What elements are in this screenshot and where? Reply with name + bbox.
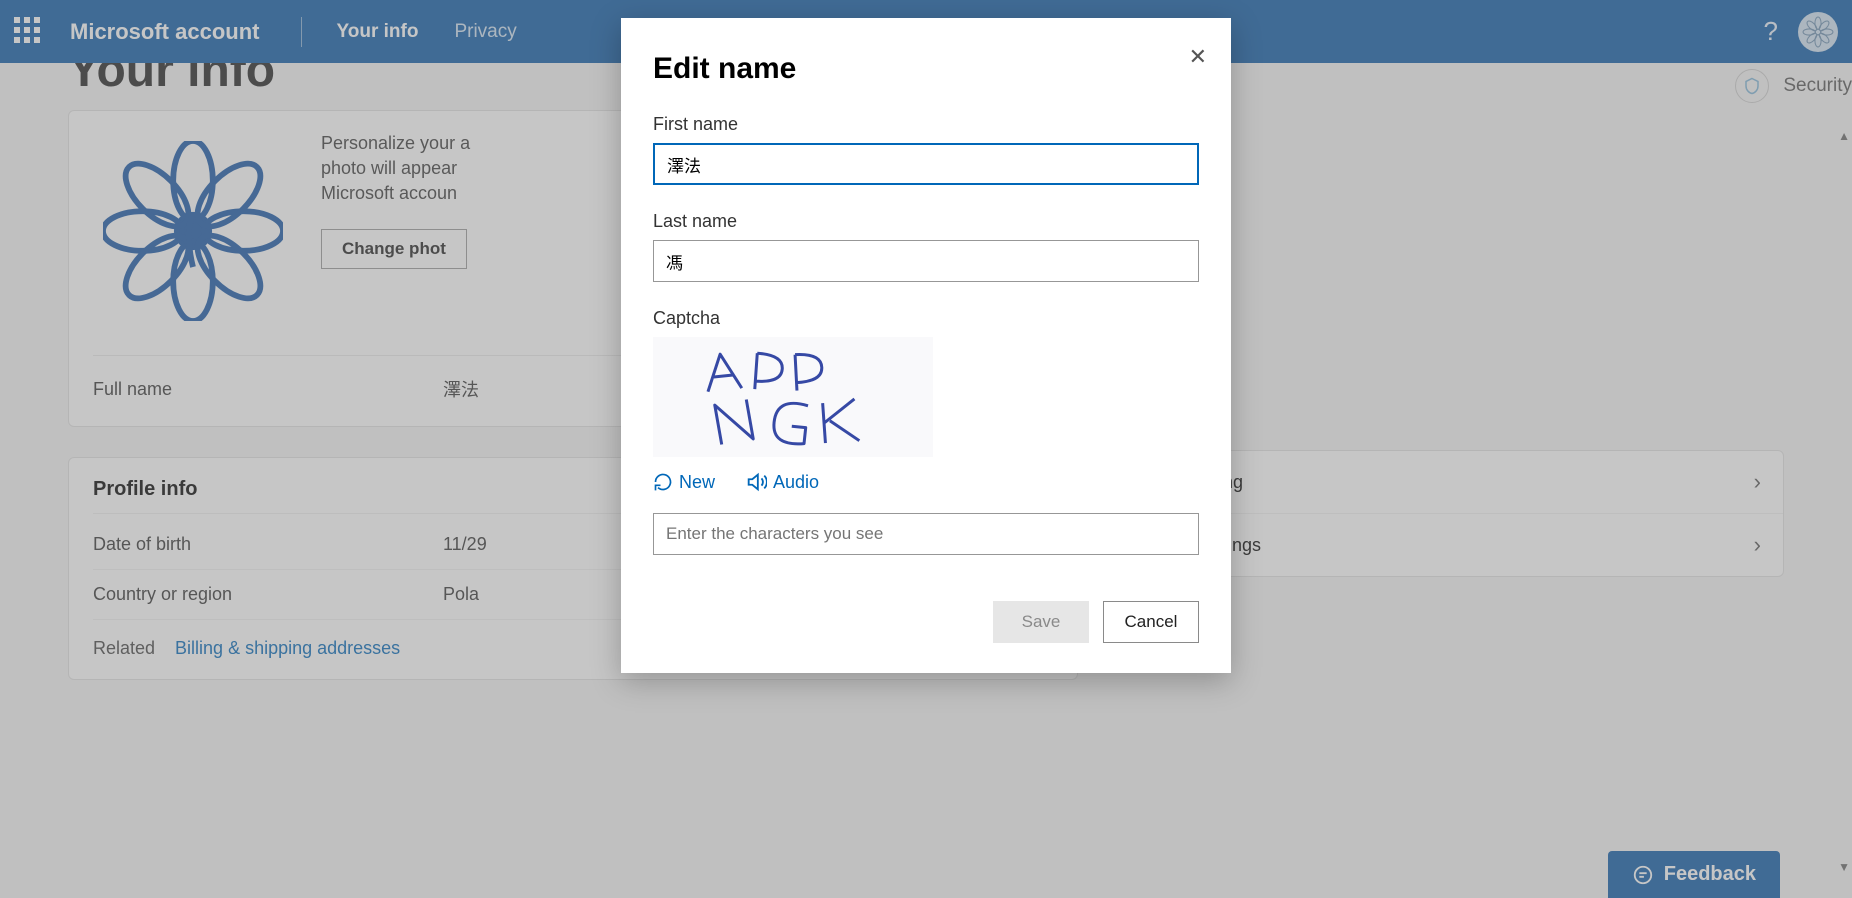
first-name-input[interactable] [653, 143, 1199, 185]
refresh-icon [653, 472, 673, 492]
captcha-image [653, 337, 933, 457]
edit-name-modal: Edit name ✕ First name Last name Captcha [621, 18, 1231, 673]
captcha-input[interactable] [653, 513, 1199, 555]
modal-title: Edit name [653, 52, 1199, 86]
last-name-input[interactable] [653, 240, 1199, 282]
captcha-audio-button[interactable]: Audio [745, 471, 819, 493]
save-button[interactable]: Save [993, 601, 1089, 643]
audio-icon [745, 471, 767, 493]
captcha-label: Captcha [653, 308, 1199, 329]
last-name-label: Last name [653, 211, 1199, 232]
close-icon[interactable]: ✕ [1189, 44, 1207, 70]
cancel-button[interactable]: Cancel [1103, 601, 1199, 643]
captcha-new-button[interactable]: New [653, 471, 715, 493]
first-name-label: First name [653, 114, 1199, 135]
